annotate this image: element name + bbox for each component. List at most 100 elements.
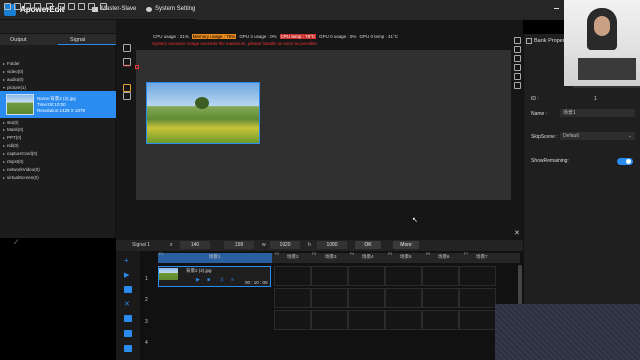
tree-item-label: ndi(0) xyxy=(7,143,19,148)
menu-system-setting[interactable]: System Setting xyxy=(146,6,195,12)
tree-item-ndi[interactable]: ▸ ndi(0) xyxy=(3,142,115,149)
signal-preview[interactable] xyxy=(146,82,260,144)
grid-cell[interactable] xyxy=(311,310,348,330)
settings-icon[interactable] xyxy=(78,3,85,10)
grid-cell[interactable] xyxy=(311,288,348,308)
clip-loop-icon[interactable]: ⤨ xyxy=(219,277,223,283)
resource-warning: System resource usage exceeds the maximu… xyxy=(152,41,317,46)
refresh-icon[interactable] xyxy=(514,37,521,44)
clock-icon[interactable] xyxy=(514,64,521,71)
col-id-5: F5 xyxy=(388,252,393,256)
tab-signal[interactable]: Signal xyxy=(70,37,85,43)
grid-cell[interactable] xyxy=(311,266,348,286)
tree-item-audio[interactable]: ▸ audio(0) xyxy=(3,76,115,83)
layout-icon[interactable] xyxy=(68,3,75,10)
grid-cell[interactable] xyxy=(348,310,385,330)
play-icon[interactable]: ▶ xyxy=(124,271,132,279)
tree-item-label: virtualScreen(0) xyxy=(7,175,39,180)
tree-item-virtual-screen[interactable]: ▸ virtualScreen(0) xyxy=(3,174,115,181)
grid-cell[interactable] xyxy=(274,266,311,286)
grid-cell[interactable] xyxy=(385,310,422,330)
undo-icon[interactable] xyxy=(46,3,53,10)
grid-cell[interactable] xyxy=(422,288,459,308)
webcam-face xyxy=(594,16,610,36)
tab-output[interactable]: Output xyxy=(10,37,27,43)
tree-item-mask[interactable]: ▸ Mask(0) xyxy=(3,126,115,133)
ok-button[interactable]: OK xyxy=(355,241,381,249)
globe-icon[interactable] xyxy=(514,73,521,80)
add-icon[interactable]: + xyxy=(124,256,132,265)
link-icon[interactable] xyxy=(514,82,521,89)
grid-cell[interactable] xyxy=(422,310,459,330)
grid-cell[interactable] xyxy=(348,288,385,308)
close-icon[interactable]: ✕ xyxy=(514,229,520,237)
layer-icon[interactable] xyxy=(123,92,131,100)
grid-cell[interactable] xyxy=(385,266,422,286)
toggle-knob xyxy=(626,159,631,164)
clip-stop-icon[interactable]: ■ xyxy=(207,277,210,283)
tree-item-stu[interactable]: ▸ stu(0) xyxy=(3,119,115,126)
y-input[interactable]: 158 xyxy=(224,241,254,249)
save-icon[interactable] xyxy=(24,3,31,10)
menu-master-slave[interactable]: Master-Slave xyxy=(92,6,136,12)
grid-cell[interactable] xyxy=(274,288,311,308)
caret-right-icon: ▸ xyxy=(3,120,6,125)
column-header-6[interactable]: 场景6 xyxy=(438,254,450,260)
column-header-3[interactable]: 场景3 xyxy=(325,254,337,260)
column-header-1[interactable]: 场景1 xyxy=(209,254,221,260)
shuffle-icon[interactable]: ✕ xyxy=(124,300,132,308)
save-as-icon[interactable] xyxy=(34,3,41,10)
layers-icon[interactable] xyxy=(124,330,132,337)
h-input[interactable]: 1080 xyxy=(317,241,347,249)
tree-item-folder[interactable]: ▸ Folder xyxy=(3,60,115,67)
id-value: 1 xyxy=(594,96,597,102)
column-header-4[interactable]: 场景4 xyxy=(362,254,374,260)
column-header-2[interactable]: 场景2 xyxy=(287,254,299,260)
tree-item-rtsp[interactable]: ▸ rtspst(0) xyxy=(3,158,115,165)
caret-right-icon: ▸ xyxy=(3,151,6,156)
minimize-icon[interactable] xyxy=(554,8,559,9)
tab-output-label: Output xyxy=(10,37,27,43)
new-icon[interactable] xyxy=(4,3,11,10)
grid-cell[interactable] xyxy=(422,266,459,286)
open-icon[interactable] xyxy=(14,3,21,10)
more-button[interactable]: More xyxy=(393,241,419,249)
gear-icon xyxy=(146,6,152,12)
mouse-cursor-icon: ↖ xyxy=(412,217,418,224)
grid-cell[interactable] xyxy=(274,310,311,330)
pen-cursor-icon: ⟋ xyxy=(14,240,19,246)
grid-cell[interactable] xyxy=(459,266,496,286)
move-icon[interactable] xyxy=(123,44,131,52)
x-input[interactable]: 140 xyxy=(180,241,210,249)
name-field[interactable]: 场景1 xyxy=(560,109,635,117)
info-icon[interactable] xyxy=(100,3,107,10)
lock-icon[interactable] xyxy=(124,345,132,352)
export-icon[interactable] xyxy=(88,3,95,10)
skip-scene-select[interactable]: Default xyxy=(560,132,635,140)
tree-item-network-video[interactable]: ▸ networkVideo(0) xyxy=(3,166,115,173)
tree-item-capture-card[interactable]: ▸ captureCard(0) xyxy=(3,150,115,157)
text-icon[interactable] xyxy=(514,55,521,62)
grid-cell[interactable] xyxy=(385,288,422,308)
clip-play-icon[interactable]: ▶ xyxy=(196,277,200,283)
light-icon[interactable] xyxy=(123,84,131,92)
tree-item-ppt[interactable]: ▸ PPT(0) xyxy=(3,134,115,141)
clip-menu-icon[interactable]: ≡ xyxy=(231,277,234,283)
column-header-5[interactable]: 场景5 xyxy=(400,254,412,260)
show-remaining-label: ShowRemaining: xyxy=(531,158,569,164)
column-header-7[interactable]: 场景7 xyxy=(476,254,488,260)
timeline-scrollbar[interactable] xyxy=(518,265,522,305)
stop-icon[interactable] xyxy=(124,286,132,293)
grid-cell[interactable] xyxy=(459,310,496,330)
tree-item-video[interactable]: ▸ video(0) xyxy=(3,68,115,75)
caret-right-icon: ▸ xyxy=(3,175,6,180)
tab-signal-label: Signal xyxy=(70,37,86,43)
w-input[interactable]: 1920 xyxy=(270,241,300,249)
grid-cell[interactable] xyxy=(459,288,496,308)
grid-cell[interactable] xyxy=(348,266,385,286)
list-icon[interactable] xyxy=(124,315,132,322)
image-icon[interactable] xyxy=(514,46,521,53)
tree-item-picture[interactable]: ▾ picture(1) xyxy=(3,84,115,91)
grid-icon[interactable] xyxy=(58,3,65,10)
tree-item-label: PPT(0) xyxy=(7,135,22,140)
